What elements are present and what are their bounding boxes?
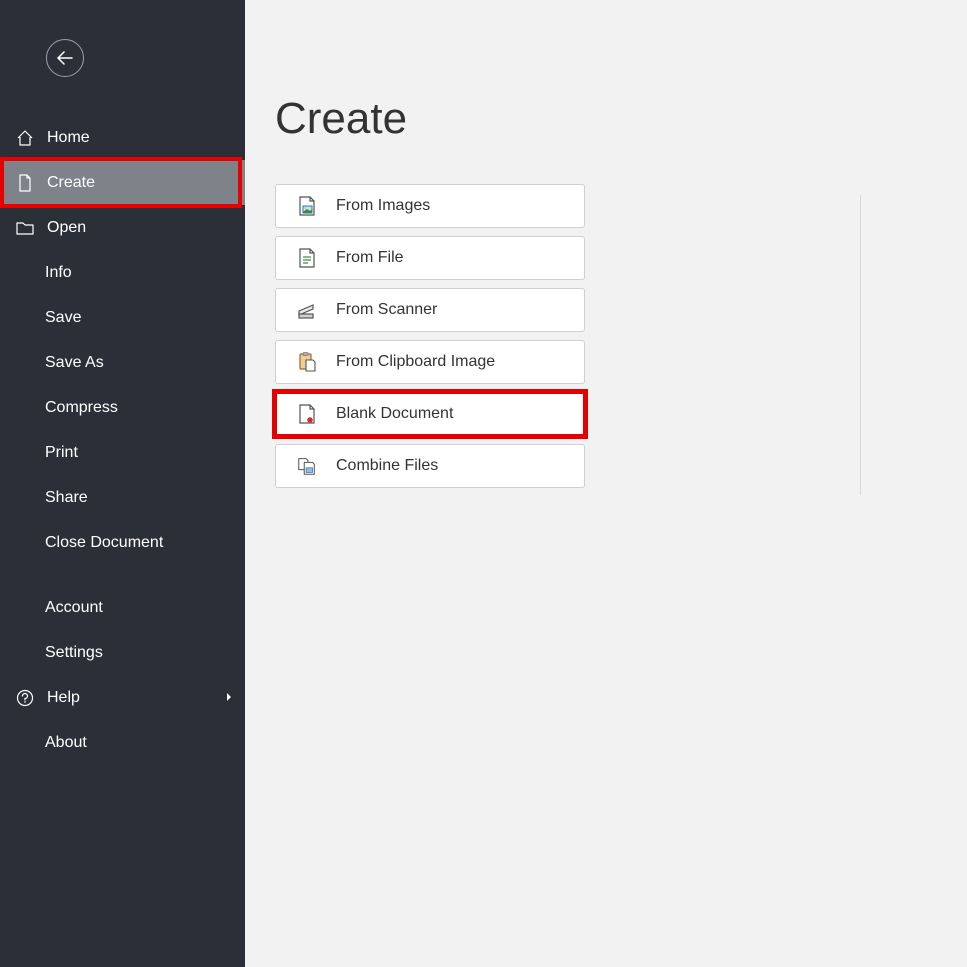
sidebar-item-help[interactable]: Help [0,675,245,720]
back-button-container [0,0,245,115]
clipboard-icon [296,351,318,373]
option-label: From Images [336,197,430,215]
sidebar-item-account[interactable]: Account [0,585,245,630]
option-label: From Clipboard Image [336,353,495,371]
sidebar-item-info[interactable]: Info [0,250,245,295]
sidebar-item-label: Close Document [45,534,163,552]
sidebar-nav: Home Create Open Info Save Save As Compr… [0,115,245,765]
option-from-clipboard-image[interactable]: From Clipboard Image [275,340,585,384]
chevron-right-icon [226,689,233,707]
sidebar-item-label: Save [45,309,81,327]
file-document-icon [296,247,318,269]
file-menu-sidebar: Home Create Open Info Save Save As Compr… [0,0,245,967]
main-panel: Create From Images [245,0,967,967]
folder-icon [15,220,35,236]
option-blank-document[interactable]: Blank Document [275,392,585,436]
option-combine-files[interactable]: Combine Files [275,444,585,488]
sidebar-item-label: Share [45,489,88,507]
option-label: Blank Document [336,405,453,423]
sidebar-item-label: Create [47,174,95,192]
sidebar-item-label: Settings [45,644,103,662]
sidebar-item-label: About [45,734,87,752]
question-circle-icon [15,689,35,707]
sidebar-item-label: Help [47,689,80,707]
create-options: From Images From File From Scanner [275,184,585,488]
sidebar-item-create[interactable]: Create [0,160,245,205]
vertical-divider [860,195,861,495]
sidebar-item-label: Home [47,129,90,147]
document-icon [15,174,35,192]
option-from-images[interactable]: From Images [275,184,585,228]
home-icon [15,129,35,147]
sidebar-item-print[interactable]: Print [0,430,245,475]
sidebar-item-label: Open [47,219,86,237]
sidebar-item-label: Account [45,599,103,617]
sidebar-item-save-as[interactable]: Save As [0,340,245,385]
sidebar-item-label: Compress [45,399,118,417]
sidebar-item-label: Print [45,444,78,462]
sidebar-spacer [0,565,245,585]
sidebar-item-share[interactable]: Share [0,475,245,520]
back-button[interactable] [46,39,84,77]
sidebar-item-home[interactable]: Home [0,115,245,160]
option-from-scanner[interactable]: From Scanner [275,288,585,332]
sidebar-item-label: Info [45,264,72,282]
page-title: Create [275,94,967,144]
sidebar-item-settings[interactable]: Settings [0,630,245,675]
sidebar-item-open[interactable]: Open [0,205,245,250]
option-label: Combine Files [336,457,438,475]
sidebar-item-compress[interactable]: Compress [0,385,245,430]
option-from-file[interactable]: From File [275,236,585,280]
option-label: From Scanner [336,301,437,319]
blank-document-icon [296,403,318,425]
combine-files-icon [296,455,318,477]
sidebar-item-close-document[interactable]: Close Document [0,520,245,565]
sidebar-item-label: Save As [45,354,104,372]
image-document-icon [296,195,318,217]
option-label: From File [336,249,404,267]
sidebar-item-about[interactable]: About [0,720,245,765]
arrow-left-icon [57,51,73,65]
scanner-icon [296,299,318,321]
sidebar-item-save[interactable]: Save [0,295,245,340]
